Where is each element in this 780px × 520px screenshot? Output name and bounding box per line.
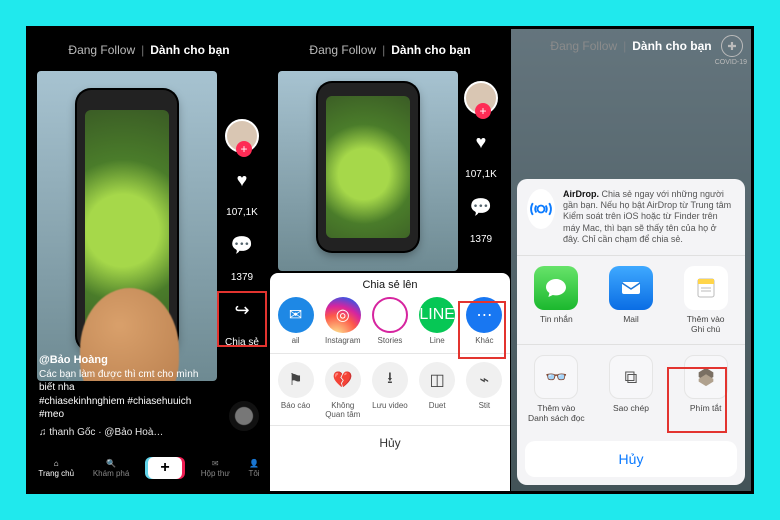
flag-icon: ⚑ (278, 362, 314, 398)
mail-circle-icon: ✉ (278, 297, 314, 333)
video-viewport[interactable] (37, 71, 217, 381)
nav-profile[interactable]: 👤Tôi (248, 459, 259, 478)
app-messages[interactable]: Tin nhắn (526, 266, 586, 334)
share-instagram[interactable]: ◎Instagram (321, 297, 365, 345)
tiktok-share-sheet: Chia sẻ lên ✉ail ◎Instagram ◎Stories LIN… (270, 273, 510, 491)
author-avatar[interactable]: + (225, 119, 259, 153)
action-reading-list[interactable]: 👓Thêm vào Danh sách đọc (526, 355, 586, 423)
phone-illustration (318, 83, 419, 251)
heart-broken-icon: 💔 (325, 362, 361, 398)
airdrop-section[interactable]: AirDrop. Chia sẻ ngay với những người gầ… (517, 179, 745, 256)
follow-plus-icon[interactable]: + (236, 141, 252, 157)
caption-text: Các bạn làm được thì cmt cho mình biết n… (39, 368, 209, 395)
action-report[interactable]: ⚑Báo cáo (274, 362, 318, 410)
airdrop-icon (527, 189, 555, 229)
covid-badge-icon[interactable]: ✚ (721, 35, 743, 57)
stories-icon: ◎ (372, 297, 408, 333)
profile-icon: 👤 (249, 459, 259, 468)
instagram-icon: ◎ (325, 297, 361, 333)
app-mail[interactable]: Mail (601, 266, 661, 334)
share-actions-row: ⚑Báo cáo 💔Không Quan tâm ⭳Lưu video ◫Due… (270, 356, 510, 425)
copy-icon: ⧉ (609, 355, 653, 399)
like-button[interactable]: ♥ (464, 125, 498, 159)
highlight-share (217, 291, 267, 347)
nav-home[interactable]: ⌂Trang chủ (38, 459, 74, 478)
comment-button[interactable]: 💬 (225, 228, 259, 262)
comment-count: 1379 (231, 272, 253, 283)
nav-create[interactable]: + (148, 457, 182, 479)
tab-for-you[interactable]: Dành cho bạn (150, 43, 229, 57)
duet-icon: ◫ (419, 362, 455, 398)
panel-2-tiktok-share: Đang Follow|Dành cho bạn + ♥ 107,1K 💬 13… (270, 29, 511, 491)
nav-discover[interactable]: 🔍Khám phá (93, 459, 129, 478)
like-count: 107,1K (226, 207, 258, 218)
search-icon: 🔍 (106, 459, 116, 468)
covid-badge-label: COVID-19 (715, 59, 747, 66)
action-rail: + ♥ 107,1K 💬 1379 (460, 81, 502, 245)
action-stitch[interactable]: ⌁Stit (462, 362, 506, 410)
mail-icon (609, 266, 653, 310)
heart-icon: ♥ (476, 132, 487, 153)
glasses-icon: 👓 (534, 355, 578, 399)
home-icon: ⌂ (54, 459, 59, 468)
like-button[interactable]: ♥ (225, 163, 259, 197)
share-line[interactable]: LINELine (415, 297, 459, 345)
bottom-nav: ⌂Trang chủ 🔍Khám phá + ✉Hộp thư 👤Tôi (29, 445, 269, 491)
author-avatar[interactable]: + (464, 81, 498, 115)
line-icon: LINE (419, 297, 455, 333)
video-meta: @Bảo Hoàng Các bạn làm được thì cmt cho … (39, 353, 209, 439)
heart-icon: ♥ (237, 170, 248, 191)
share-stories[interactable]: ◎Stories (368, 297, 412, 345)
nav-inbox[interactable]: ✉Hộp thư (201, 459, 230, 478)
highlight-shortcuts (667, 367, 727, 433)
inbox-icon: ✉ (212, 459, 219, 468)
ios-cancel-button[interactable]: Hủy (525, 441, 737, 477)
music-label[interactable]: ♫ thanh Gốc · @Bảo Hoà… (39, 426, 209, 440)
feed-tabs: Đang Follow|Dành cho bạn (270, 43, 510, 57)
app-notes[interactable]: Thêm vào Ghi chú (676, 266, 736, 334)
messages-icon (534, 266, 578, 310)
sound-disc[interactable] (229, 401, 259, 431)
hashtags-text[interactable]: #chiasekinhnghiem #chiasehuuich #meo (39, 395, 209, 422)
like-count: 107,1K (465, 169, 497, 180)
author-handle[interactable]: @Bảo Hoàng (39, 353, 209, 368)
video-viewport[interactable] (278, 71, 458, 271)
tab-following[interactable]: Đang Follow (68, 43, 135, 57)
stitch-icon: ⌁ (466, 362, 502, 398)
action-not-interested[interactable]: 💔Không Quan tâm (321, 362, 365, 419)
comment-count: 1379 (470, 234, 492, 245)
share-mail[interactable]: ✉ail (274, 297, 318, 345)
panel-3-ios-share: Đang Follow|Dành cho bạn ✚ COVID-19 ♫ Ca… (511, 29, 751, 491)
share-cancel[interactable]: Hủy (270, 425, 510, 456)
highlight-more (458, 301, 506, 359)
download-icon: ⭳ (372, 362, 408, 398)
notes-icon (684, 266, 728, 310)
ios-share-sheet: AirDrop. Chia sẻ ngay với những người gầ… (517, 179, 745, 485)
share-title: Chia sẻ lên (270, 273, 510, 291)
feed-tabs: Đang Follow|Dành cho bạn (29, 43, 269, 57)
feed-tabs-dimmed: Đang Follow|Dành cho bạn (511, 39, 751, 53)
tab-following[interactable]: Đang Follow (309, 43, 376, 57)
action-copy[interactable]: ⧉Sao chép (601, 355, 661, 423)
action-duet[interactable]: ◫Duet (415, 362, 459, 410)
comment-icon: 💬 (470, 197, 492, 218)
tab-for-you[interactable]: Dành cho bạn (391, 43, 470, 57)
comment-icon: 💬 (231, 235, 253, 256)
panel-1-tiktok-feed: Đang Follow|Dành cho bạn + ♥ 107,1K 💬 13… (29, 29, 270, 491)
action-save-video[interactable]: ⭳Lưu video (368, 362, 412, 410)
ios-app-row: Tin nhắn Mail Thêm vào Ghi chú (517, 256, 745, 344)
follow-plus-icon[interactable]: + (475, 103, 491, 119)
airdrop-text: AirDrop. Chia sẻ ngay với những người gầ… (563, 189, 735, 245)
comment-button[interactable]: 💬 (464, 190, 498, 224)
